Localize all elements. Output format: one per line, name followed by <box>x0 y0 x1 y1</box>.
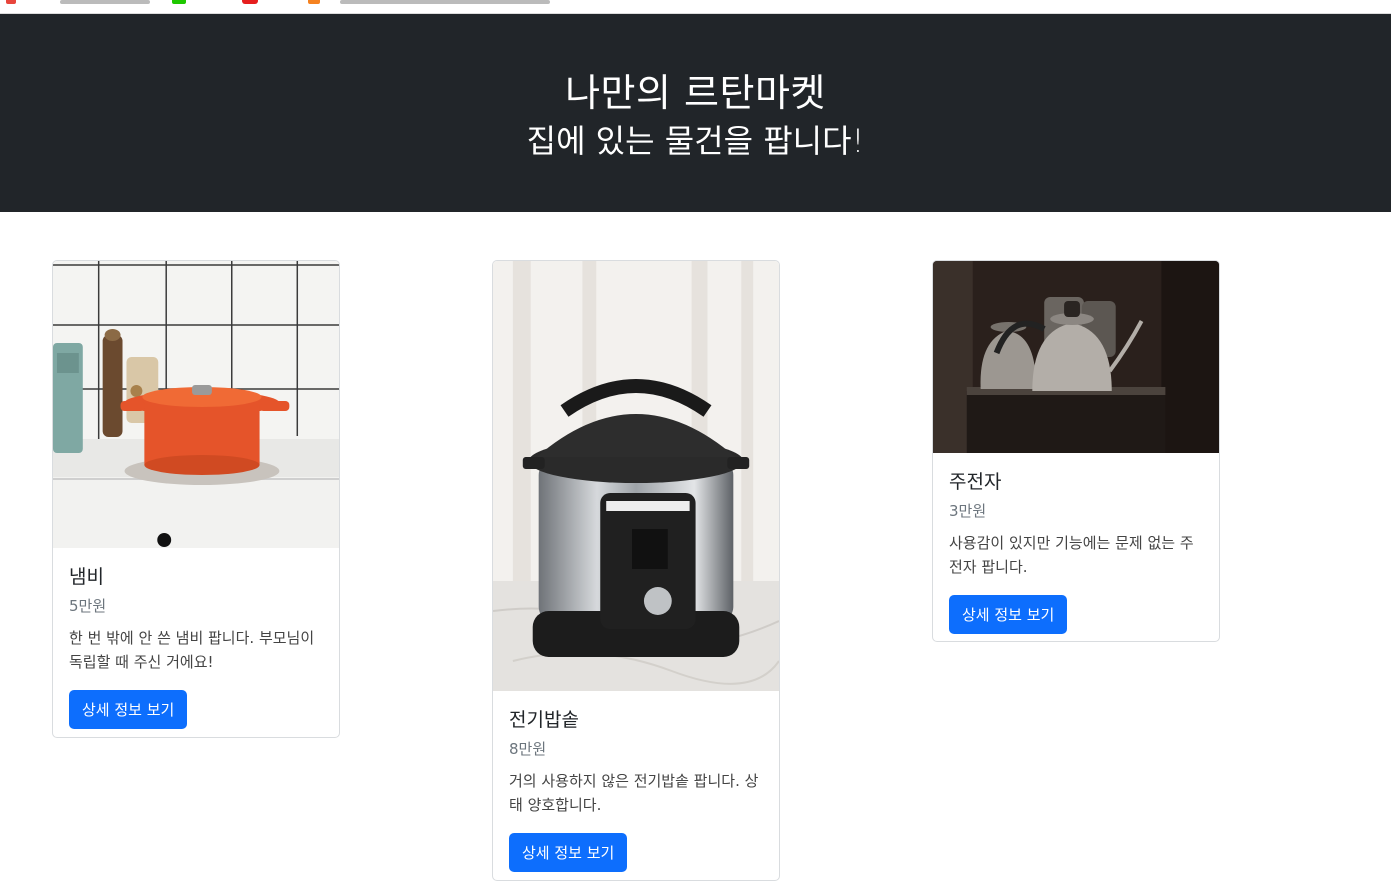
product-description: 거의 사용하지 않은 전기밥솥 팝니다. 상태 양호합니다. <box>509 772 759 814</box>
bookmark-item[interactable] <box>60 0 150 4</box>
product-price: 8만원 <box>509 740 547 758</box>
product-card: 주전자 3만원 사용감이 있지만 기능에는 문제 없는 주전자 팝니다. 상세 … <box>932 260 1220 642</box>
product-name: 주전자 <box>949 471 1002 493</box>
bookmark-icon[interactable] <box>242 0 258 4</box>
product-card: 냄비 5만원 한 번 밖에 안 쓴 냄비 팝니다. 부모님이 독립할 때 주신 … <box>52 260 340 738</box>
card-body: 주전자 3만원 사용감이 있지만 기능에는 문제 없는 주전자 팝니다. 상세 … <box>933 453 1219 641</box>
product-price: 5만원 <box>69 597 107 615</box>
page-title: 나만의 르탄마켓 <box>565 71 826 115</box>
product-image-kettle <box>933 261 1219 453</box>
product-description: 한 번 밖에 안 쓴 냄비 팝니다. 부모님이 독립할 때 주신 거에요! <box>69 629 315 671</box>
product-name: 냄비 <box>69 566 104 588</box>
product-name: 전기밥솥 <box>509 709 579 731</box>
card-body: 냄비 5만원 한 번 밖에 안 쓴 냄비 팝니다. 부모님이 독립할 때 주신 … <box>53 548 339 737</box>
product-image-rice-cooker <box>493 261 779 691</box>
bookmark-icon[interactable] <box>308 0 320 4</box>
product-description: 사용감이 있지만 기능에는 문제 없는 주전자 팝니다. <box>949 534 1194 576</box>
view-details-button[interactable]: 상세 정보 보기 <box>509 833 628 872</box>
bookmark-item[interactable] <box>340 0 550 4</box>
bookmarks-bar <box>0 0 1391 14</box>
page-subtitle: 집에 있는 물건을 팝니다! <box>526 122 865 160</box>
hero-banner: 나만의 르탄마켓 집에 있는 물건을 팝니다! <box>0 14 1391 212</box>
card-body: 전기밥솥 8만원 거의 사용하지 않은 전기밥솥 팝니다. 상태 양호합니다. … <box>493 691 779 880</box>
product-card: 전기밥솥 8만원 거의 사용하지 않은 전기밥솥 팝니다. 상태 양호합니다. … <box>492 260 780 881</box>
view-details-button[interactable]: 상세 정보 보기 <box>949 595 1068 634</box>
bookmark-icon[interactable] <box>172 0 186 4</box>
view-details-button[interactable]: 상세 정보 보기 <box>69 690 188 729</box>
product-price: 3만원 <box>949 502 987 520</box>
product-image-pot <box>53 261 339 548</box>
bookmark-icon[interactable] <box>6 0 16 4</box>
